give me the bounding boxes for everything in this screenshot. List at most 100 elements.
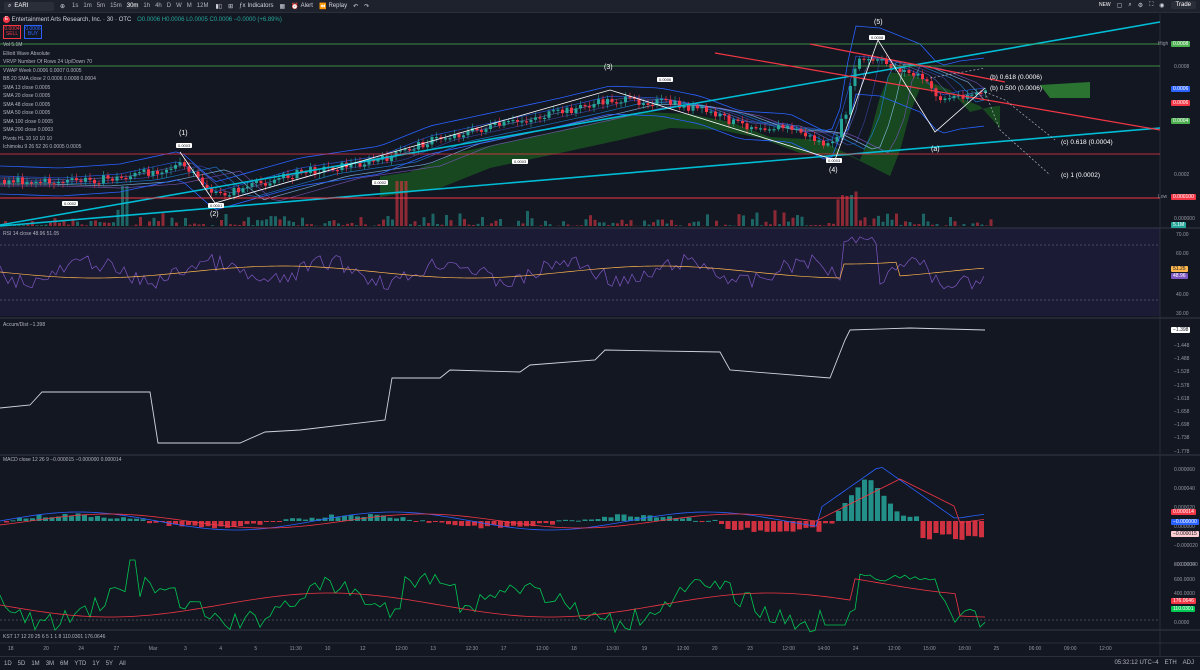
candle-style-icon[interactable]: ▮▯: [215, 3, 222, 10]
timeframe-D[interactable]: D: [166, 3, 172, 9]
range-1M[interactable]: 1M: [31, 661, 39, 667]
rsi-legend[interactable]: RSI 14 close 48.96 51.05: [3, 231, 59, 237]
volume-bar: [170, 217, 174, 226]
range-5D[interactable]: 5D: [18, 661, 26, 667]
alert-icon: ⏰: [291, 3, 299, 10]
replay-button[interactable]: ⏪ Replay: [319, 3, 347, 10]
ad-legend[interactable]: Accum/Dist −1.398: [3, 322, 45, 328]
legend-row[interactable]: Pivots HL 10 10 10 10: [3, 135, 96, 144]
undo-icon[interactable]: ↶: [353, 3, 358, 10]
timeframe-1s[interactable]: 1s: [71, 3, 79, 9]
macd-histogram-bar: [972, 521, 978, 537]
pivot-tag: 0.0006: [657, 77, 674, 82]
macd-histogram-bar: [69, 516, 74, 521]
axis-tick: −1.448: [1174, 343, 1190, 349]
macd-histogram-bar: [342, 515, 347, 521]
timeframe-1m[interactable]: 1m: [82, 3, 92, 9]
legend-row[interactable]: VWAP Week 0.0006 0.0007 0.0005: [3, 67, 96, 76]
legend-row[interactable]: SMA 50 close 0.0005: [3, 109, 96, 118]
candle-body: [538, 117, 542, 119]
candles: [3, 54, 987, 201]
legend-row[interactable]: SMA 48 close 0.0005: [3, 101, 96, 110]
volume-bar: [629, 220, 633, 226]
timeframe-12M[interactable]: 12M: [196, 3, 210, 9]
range-YTD[interactable]: YTD: [74, 661, 86, 667]
volume-bar: [890, 219, 894, 226]
volume-bar: [404, 181, 408, 226]
legend-row[interactable]: BB 20 SMA close 2 0.0006 0.0008 0.0004: [3, 75, 96, 84]
fullscreen-icon[interactable]: ⛶: [1149, 2, 1153, 9]
camera-icon[interactable]: ◉: [1159, 2, 1164, 9]
adj-toggle[interactable]: ADJ: [1183, 660, 1194, 666]
legend-row[interactable]: VRVP Number Of Rows 24 Up/Down 70: [3, 58, 96, 67]
timeframe-1h[interactable]: 1h: [142, 3, 151, 9]
macd-histogram-bar: [589, 519, 594, 521]
legend-row[interactable]: Vol 5.1M: [3, 41, 96, 50]
macd-histogram-bar: [465, 521, 471, 527]
range-1D[interactable]: 1D: [4, 661, 12, 667]
layout-icon[interactable]: ▦: [279, 3, 285, 10]
redo-icon[interactable]: ↷: [364, 3, 369, 10]
range-1Y[interactable]: 1Y: [92, 661, 99, 667]
range-3M[interactable]: 3M: [46, 661, 54, 667]
volume-bar: [616, 223, 619, 226]
fib-projection-c1: [984, 91, 1051, 176]
range-6M[interactable]: 6M: [60, 661, 68, 667]
add-symbol-icon[interactable]: ⊕: [60, 3, 65, 10]
symbol-search[interactable]: ⌕ EARI: [4, 1, 54, 11]
timeframe-W[interactable]: W: [175, 3, 183, 9]
range-5Y[interactable]: 5Y: [106, 661, 113, 667]
indicator-template-icon[interactable]: ⊞: [228, 3, 233, 10]
search-icon[interactable]: ⌕: [1128, 2, 1131, 9]
trade-button[interactable]: Trade: [1170, 1, 1196, 9]
legend-row[interactable]: SMA 200 close 0.0003: [3, 126, 96, 135]
candle-body: [624, 96, 627, 103]
volume-bar: [715, 220, 718, 226]
volume-bar: [989, 219, 993, 226]
legend-row[interactable]: SMA 13 close 0.0005: [3, 84, 96, 93]
timeframe-15m[interactable]: 15m: [109, 3, 123, 9]
volume-bar: [287, 220, 291, 226]
clock[interactable]: 05:32:12 UTC−4: [1114, 660, 1158, 666]
candle-body: [444, 138, 447, 140]
volume-bar: [598, 222, 601, 226]
volume-bar: [886, 213, 889, 226]
legend-row[interactable]: Ichimoku 9 26 52 26 0.0005 0.0005: [3, 143, 96, 152]
timeframe-5m[interactable]: 5m: [96, 3, 106, 9]
settings-icon[interactable]: ⚙: [1138, 2, 1143, 9]
alert-button[interactable]: ⏰ Alert: [291, 3, 313, 10]
timeframe-4h[interactable]: 4h: [154, 3, 163, 9]
axis-tick: −1.738: [1174, 435, 1190, 442]
candle-body: [840, 118, 843, 137]
macd-legend[interactable]: MACD close 12 26 9 −0.000015 −0.000000 0…: [3, 457, 121, 463]
macd-histogram-bar: [413, 521, 419, 522]
volume-bar: [499, 219, 502, 226]
legend-row[interactable]: Elliott Wave Absolute: [3, 50, 96, 59]
volume-bar: [94, 220, 97, 226]
session-toggle[interactable]: ETH: [1165, 660, 1177, 666]
timeframe-30m[interactable]: 30m: [125, 3, 140, 9]
legend-row[interactable]: SMA 20 close 0.0005: [3, 92, 96, 101]
chart-canvas[interactable]: [0, 14, 1200, 656]
legend-row[interactable]: SMA 100 close 0.0005: [3, 118, 96, 127]
candle-body: [417, 142, 420, 150]
channel-upper: [0, 21, 1161, 226]
volume-bar: [517, 220, 520, 226]
macd-histogram-bar: [654, 517, 659, 521]
candle-body: [912, 72, 915, 76]
range-All[interactable]: All: [119, 661, 126, 667]
wave-2-label: (2): [210, 211, 219, 218]
indicators-button[interactable]: ƒx Indicators: [239, 3, 273, 9]
new-badge[interactable]: NEW: [1099, 2, 1111, 8]
volume-bar: [247, 217, 250, 226]
macd-histogram-bar: [446, 521, 451, 525]
grid: [0, 14, 1200, 656]
layout-grid-icon[interactable]: ▢: [1117, 2, 1123, 9]
volume-bar: [242, 221, 246, 226]
kst-legend[interactable]: KST 17 12 20 25 6 5 1 1 8 110.0301 176.0…: [3, 634, 105, 640]
candle-body: [84, 177, 87, 182]
macd-histogram-bar: [946, 521, 952, 535]
timeframe-M[interactable]: M: [186, 3, 193, 9]
candle-body: [336, 170, 339, 172]
candle-body: [88, 177, 92, 180]
